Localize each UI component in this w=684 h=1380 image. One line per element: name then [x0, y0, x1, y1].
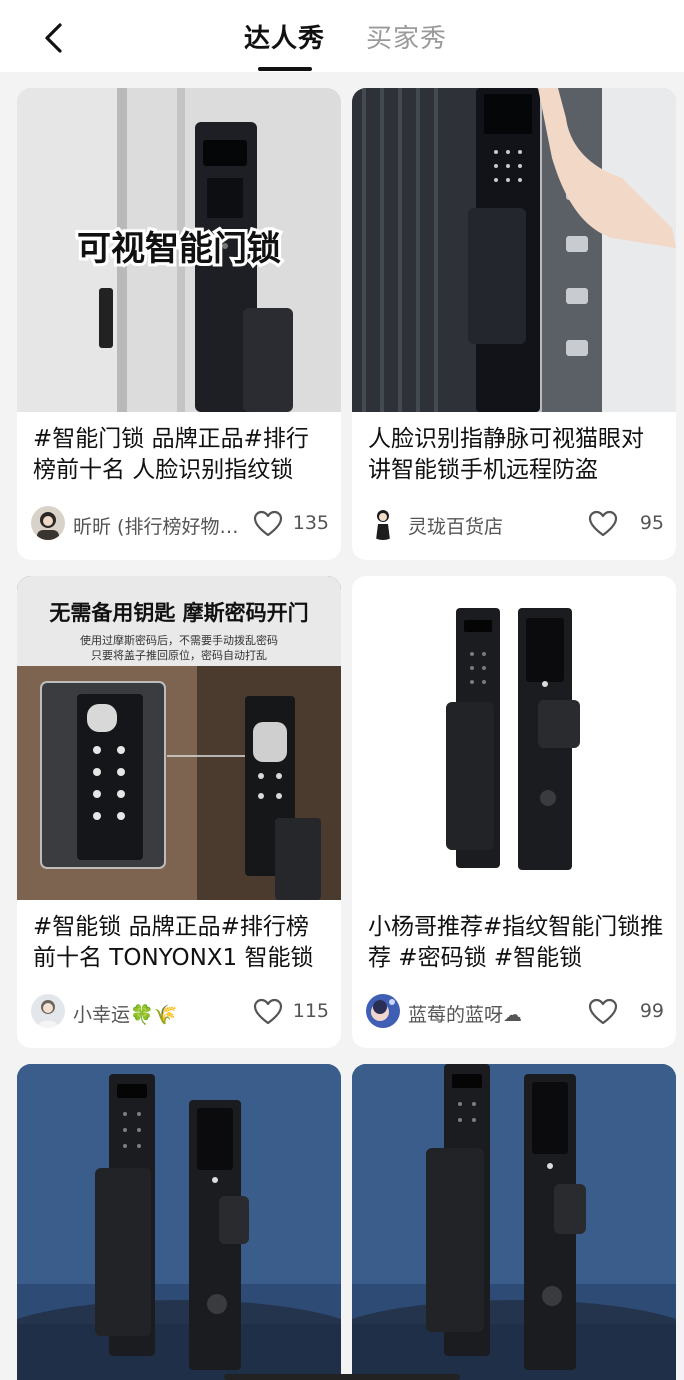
- tab-talent-show[interactable]: 达人秀: [244, 18, 325, 55]
- post-card[interactable]: 可视智能门锁 #智能门锁 品牌正品#排行榜前十名 人脸识别指纹锁 昕昕 (排行榜…: [17, 88, 341, 560]
- post-title[interactable]: #智能门锁 品牌正品#排行榜前十名 人脸识别指纹锁: [33, 424, 329, 486]
- home-indicator: [224, 1374, 460, 1380]
- active-tab-indicator: [258, 67, 312, 71]
- post-image[interactable]: 无需备用钥匙 摩斯密码开门 使用过摩斯密码后，不需要手动拨乱密码 只要将盖子推回…: [17, 576, 341, 900]
- post-card[interactable]: [352, 1064, 676, 1380]
- post-image[interactable]: [17, 1064, 341, 1380]
- post-image[interactable]: [352, 576, 676, 900]
- heart-icon[interactable]: [253, 998, 283, 1026]
- post-card[interactable]: [17, 1064, 341, 1380]
- author-name[interactable]: 蓝莓的蓝呀☁: [408, 1000, 578, 1027]
- like-count: 99: [639, 1000, 664, 1022]
- post-image[interactable]: [352, 88, 676, 412]
- heart-icon[interactable]: [253, 510, 283, 538]
- like-count: 95: [639, 512, 664, 534]
- avatar[interactable]: [366, 994, 400, 1028]
- top-bar: 达人秀 买家秀: [0, 0, 684, 72]
- like-count: 115: [292, 1000, 329, 1022]
- author-name[interactable]: 小幸运🍀🌾: [73, 1000, 243, 1027]
- avatar[interactable]: [366, 506, 400, 540]
- tab-buyer-show[interactable]: 买家秀: [366, 18, 447, 55]
- avatar[interactable]: [31, 506, 65, 540]
- author-name[interactable]: 昕昕 (排行榜好物推荐): [73, 512, 243, 539]
- heart-icon[interactable]: [588, 998, 618, 1026]
- post-card[interactable]: 无需备用钥匙 摩斯密码开门 使用过摩斯密码后，不需要手动拨乱密码 只要将盖子推回…: [17, 576, 341, 1048]
- author-name[interactable]: 灵珑百货店: [408, 512, 578, 539]
- post-title[interactable]: 小杨哥推荐#指纹智能门锁推荐 #密码锁 #智能锁: [368, 912, 664, 974]
- image-subcaption: 只要将盖子推回原位，密码自动打乱: [91, 648, 267, 662]
- image-caption: 可视智能门锁: [77, 229, 281, 269]
- post-card[interactable]: 小杨哥推荐#指纹智能门锁推荐 #密码锁 #智能锁 蓝莓的蓝呀☁ 99: [352, 576, 676, 1048]
- back-arrow-icon[interactable]: [38, 20, 74, 56]
- post-title[interactable]: 人脸识别指静脉可视猫眼对讲智能锁手机远程防盗: [368, 424, 664, 486]
- image-caption: 无需备用钥匙 摩斯密码开门: [49, 601, 308, 625]
- post-image[interactable]: [352, 1064, 676, 1380]
- post-card[interactable]: 人脸识别指静脉可视猫眼对讲智能锁手机远程防盗 灵珑百货店 95: [352, 88, 676, 560]
- heart-icon[interactable]: [588, 510, 618, 538]
- avatar[interactable]: [31, 994, 65, 1028]
- image-subcaption: 使用过摩斯密码后，不需要手动拨乱密码: [80, 633, 278, 647]
- post-title[interactable]: #智能锁 品牌正品#排行榜前十名 TONYONX1 智能锁: [33, 912, 329, 974]
- like-count: 135: [292, 512, 329, 534]
- post-image[interactable]: 可视智能门锁: [17, 88, 341, 412]
